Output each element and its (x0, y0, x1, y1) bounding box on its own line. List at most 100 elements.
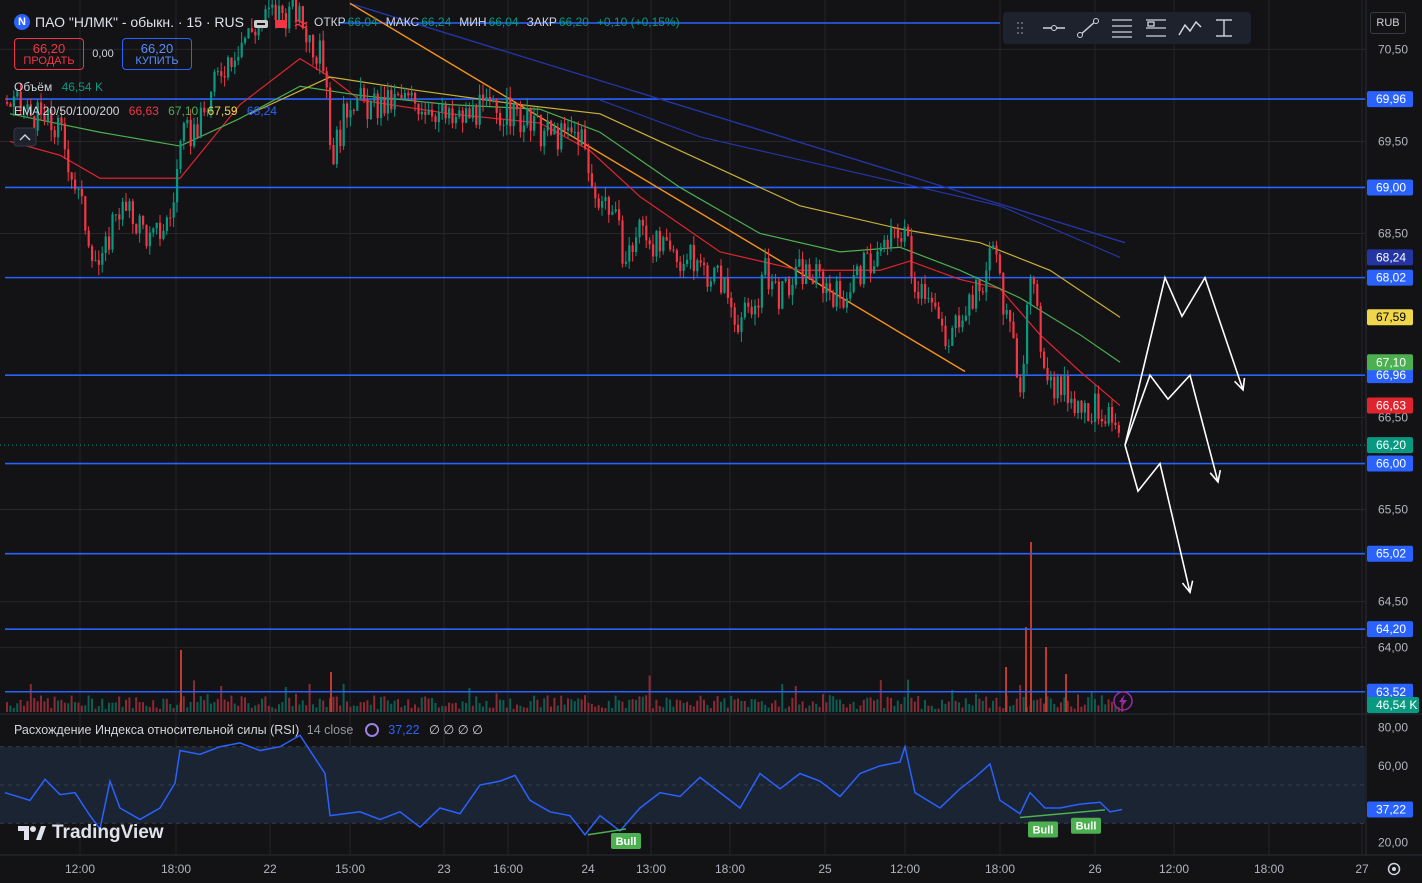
volume-bar (210, 703, 212, 712)
volume-bar (811, 701, 814, 712)
candle-body (1056, 376, 1059, 399)
volume-bar (203, 700, 206, 712)
candle-body (400, 94, 403, 99)
candle-body (794, 266, 797, 285)
rsi-title: Расхождение Индекса относительной силы (… (14, 723, 300, 737)
candle-body (189, 119, 192, 147)
volume-bar (917, 696, 920, 712)
volume-bar (193, 680, 195, 712)
volume-bar (573, 701, 576, 712)
candle-body (451, 108, 454, 124)
volume-bar (624, 708, 627, 712)
volume-bar (896, 700, 899, 712)
volume-bar (1080, 706, 1083, 712)
candle-body (1046, 367, 1049, 381)
volume-bar (19, 699, 22, 712)
volume-bar (291, 706, 294, 712)
candle-body (941, 318, 944, 326)
trend-line-tool-icon[interactable] (1071, 13, 1105, 43)
candle-body (998, 254, 1001, 274)
volume-bar (206, 694, 209, 712)
volume-bar (1056, 707, 1059, 712)
volume-bar (471, 705, 474, 712)
candle-body (499, 112, 502, 126)
candle-body (954, 315, 957, 328)
candle-body (733, 307, 736, 325)
price-tick-label: 68,50 (1378, 226, 1408, 240)
volume-bar (485, 700, 488, 712)
ema-label: EMA 20/50/100/200 (14, 104, 120, 118)
volume-bar (213, 701, 216, 712)
candle-body (308, 35, 311, 43)
candle-body (230, 57, 233, 68)
volume-bar (516, 704, 518, 712)
candle-body (475, 106, 478, 125)
volume-bar (1053, 703, 1056, 712)
volume-bar (522, 707, 525, 712)
candle-body (410, 92, 413, 96)
candle-body (512, 102, 515, 127)
volume-bar (152, 700, 155, 712)
candle-body (424, 111, 427, 115)
volume-bar (614, 695, 617, 712)
volume-bar (383, 696, 386, 712)
volume-bar (162, 698, 165, 712)
volume-bar (570, 699, 573, 712)
candle-body (696, 260, 699, 272)
trade-panel: 66,20 ПРОДАТЬ 0,00 66,20 КУПИТЬ (14, 38, 192, 70)
candle-body (964, 315, 967, 321)
volume-bar (791, 697, 794, 712)
ema-price-tag-label: 67,59 (1376, 310, 1406, 324)
volume-bar (1090, 691, 1093, 712)
volume-bar (488, 707, 491, 712)
path-tool-icon[interactable] (1173, 13, 1207, 43)
sell-button[interactable]: 66,20 ПРОДАТЬ (14, 38, 84, 70)
volume-bar (964, 698, 967, 712)
volume-bar (63, 702, 66, 712)
candle-body (655, 231, 658, 257)
volume-bar (84, 705, 87, 712)
candle-body (546, 120, 549, 131)
horizontal-line-tool-icon[interactable] (1037, 13, 1071, 43)
volume-bar (910, 697, 913, 712)
volume-bar (869, 697, 872, 712)
flag-icon (274, 17, 288, 28)
symbol-title[interactable]: ПАО "НЛМК" - обыкн. · 15 · RUS (35, 14, 244, 30)
candle-body (138, 215, 141, 234)
buy-button[interactable]: 66,20 КУПИТЬ (122, 38, 192, 70)
currency-selector[interactable]: RUB (1370, 12, 1406, 34)
candle-body (91, 246, 94, 261)
volume-bar (631, 699, 634, 712)
candle-body (104, 236, 107, 254)
volume-bar (686, 701, 688, 712)
candle-body (873, 266, 876, 274)
ema-price-tag-label: 68,24 (1376, 250, 1406, 264)
rsi-legend[interactable]: Расхождение Индекса относительной силы (… (14, 722, 483, 737)
measure-tool-icon[interactable] (1207, 13, 1241, 43)
candle-body (1009, 309, 1012, 322)
fib-retracement-tool-icon[interactable] (1105, 13, 1139, 43)
candle-body (346, 103, 349, 118)
volume-legend[interactable]: Объём 46,54 K (14, 80, 103, 94)
volume-bar (879, 680, 882, 712)
drag-handle-icon[interactable] (1003, 13, 1037, 43)
settings-gear-icon[interactable] (1385, 860, 1403, 878)
candle-body (376, 93, 379, 119)
volume-bar (448, 702, 450, 712)
price-chart[interactable]: 70,5069,5068,5066,5065,5064,5064,0080,00… (0, 0, 1422, 882)
candle-body (811, 279, 814, 284)
volume-bar (91, 698, 93, 712)
volume-bar (427, 698, 430, 712)
ema-legend[interactable]: EMA 20/50/100/200 66,63 67,10 67,59 68,2… (14, 104, 277, 118)
volume-spike (1045, 647, 1047, 712)
long-position-tool-icon[interactable] (1139, 13, 1173, 43)
candle-body (162, 230, 165, 239)
candle-body (662, 237, 665, 252)
candle-body (672, 249, 675, 251)
candle-body (876, 251, 879, 267)
ema200-value: 68,24 (246, 104, 277, 118)
ema-price-tag-label: 66,63 (1376, 399, 1406, 413)
volume-price-tag-label: 46,54 K (1376, 698, 1417, 712)
candle-body (866, 252, 869, 254)
candle-body (624, 261, 627, 264)
